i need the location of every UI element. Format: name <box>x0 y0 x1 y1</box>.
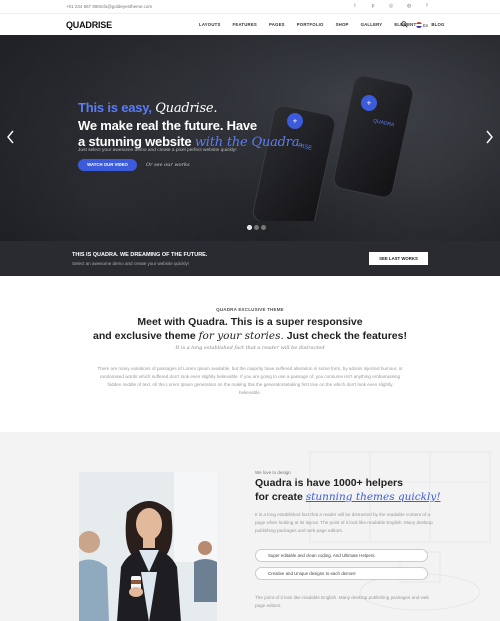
hero-slider: + + RISE QUADRA This is easy, Quadrise. … <box>0 35 500 241</box>
meet-title-line2a: and exclusive theme <box>93 329 196 342</box>
helpers-title-line1: Quadra is have 1000+ helpers <box>255 477 403 489</box>
phone-number[interactable]: +01 234 567 890 <box>66 4 100 9</box>
helpers-body-secondary: The point of it look like readable Engli… <box>255 595 429 609</box>
svg-text:+: + <box>367 99 372 108</box>
nav-item-portfolio[interactable]: PORTFOLIO <box>297 22 324 27</box>
slider-prev-icon[interactable] <box>6 130 16 144</box>
promo-strip: THIS IS QUADRA. WE DREAMING OF THE FUTUR… <box>0 241 500 276</box>
nav-item-layouts[interactable]: LAYOUTS <box>199 22 221 27</box>
hero-title-line3: a stunning website <box>78 134 192 149</box>
nav-item-gallery[interactable]: GALLERY <box>361 22 383 27</box>
site-logo[interactable]: QUADRISE <box>66 20 112 30</box>
language-selector[interactable]: En <box>423 23 428 28</box>
flag-icon[interactable] <box>416 22 422 28</box>
meet-title-line1: Meet with Quadra. This is a super respon… <box>137 316 363 328</box>
slider-dot[interactable] <box>261 225 266 230</box>
nav-item-pages[interactable]: PAGES <box>269 22 285 27</box>
meet-title: Meet with Quadra. This is a super respon… <box>0 316 500 344</box>
meet-italic-text: It is a long established fact that a rea… <box>175 345 325 351</box>
dribbble-icon[interactable]: ◍ <box>406 3 412 9</box>
pinterest-icon[interactable]: p <box>370 3 376 9</box>
hero-title-line2: We make real the future. Have <box>78 117 257 133</box>
meet-body: There are many variations of passages of… <box>97 366 403 396</box>
nav-item-blog[interactable]: BLOG <box>431 22 444 27</box>
meet-title-line2-script: for your stories. <box>198 329 284 342</box>
hero-title-line1-script: Quadrise. <box>155 101 218 116</box>
instagram-icon[interactable]: ◎ <box>388 3 394 9</box>
social-links: t p ◎ ◍ f <box>352 3 430 9</box>
slider-next-icon[interactable] <box>484 130 494 144</box>
feature-pill: Creative and Unique designs to each demo… <box>255 567 428 580</box>
meet-kicker: QUADRA EXCLUSIVE THEME <box>216 307 284 312</box>
meet-title-line2b: Just check the features! <box>286 329 407 342</box>
see-works-link[interactable]: Or see our works <box>146 162 190 168</box>
feature-pill: Super editable and clean coding. And Ult… <box>255 549 428 562</box>
top-bar: +01 234 567 890 info@goldeyestheme.com t… <box>0 0 500 13</box>
twitter-icon[interactable]: t <box>352 3 358 9</box>
slider-dot[interactable] <box>247 225 252 230</box>
helpers-kicker: We love to design <box>255 470 291 475</box>
helpers-title-script: stunning themes quickly! <box>305 490 441 503</box>
see-last-works-button[interactable]: SEE LAST WORKS <box>369 252 428 265</box>
strip-title: THIS IS QUADRA. WE DREAMING OF THE FUTUR… <box>72 252 208 258</box>
slider-dots <box>247 225 266 230</box>
helpers-section: We love to design Quadra is have 1000+ h… <box>0 432 500 621</box>
woman-with-coffee-image <box>79 472 217 621</box>
team-photo <box>79 472 217 621</box>
hero-title-line1: This is easy, <box>78 100 152 115</box>
slider-dot[interactable] <box>254 225 259 230</box>
nav-item-shop[interactable]: SHOP <box>336 22 349 27</box>
email-address[interactable]: info@goldeyestheme.com <box>100 4 152 9</box>
main-navigation: QUADRISE LAYOUTS FEATURES PAGES PORTFOLI… <box>0 13 500 35</box>
nav-item-features[interactable]: FEATURES <box>233 22 257 27</box>
search-icon[interactable] <box>401 21 408 28</box>
hero-subtitle: Just select your awesome demo and create… <box>78 148 237 153</box>
helpers-body: It is a long established fact that a rea… <box>255 512 433 534</box>
helpers-title: Quadra is have 1000+ helpers for create … <box>255 477 441 504</box>
watch-video-button[interactable]: WATCH OUR VIDEO <box>78 159 137 171</box>
strip-subtitle: Select an awesome demo and create your w… <box>72 261 190 266</box>
helpers-title-line2: for create <box>255 490 303 503</box>
facebook-icon[interactable]: f <box>424 3 430 9</box>
hero-title: This is easy, Quadrise. We make real the… <box>78 100 303 152</box>
